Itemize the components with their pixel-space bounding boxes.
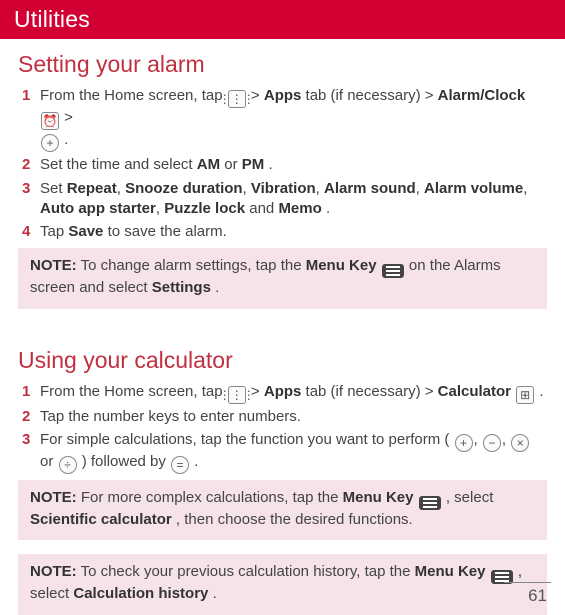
- alarm-note: NOTE: To change alarm settings, tap the …: [18, 248, 547, 308]
- step-number: 3: [22, 430, 40, 450]
- plus-icon: +: [455, 434, 473, 452]
- add-alarm-icon: +: [41, 134, 59, 152]
- step-body: Tap the number keys to enter numbers.: [40, 407, 547, 427]
- menu-key-icon: [419, 496, 441, 510]
- calc-step-2: 2 Tap the number keys to enter numbers.: [22, 407, 547, 427]
- section-heading-alarm: Setting your alarm: [18, 49, 547, 80]
- alarm-step-3: 3 Set Repeat, Snooze duration, Vibration…: [22, 179, 547, 220]
- step-body: Tap Save to save the alarm.: [40, 222, 547, 242]
- calculator-icon: ⊞: [516, 386, 534, 404]
- equals-icon: =: [171, 456, 189, 474]
- apps-grid-icon: ⋮⋮⋮: [228, 90, 246, 108]
- alarm-step-2: 2 Set the time and select AM or PM .: [22, 155, 547, 175]
- step-number: 1: [22, 86, 40, 106]
- page-number: 61: [504, 582, 551, 608]
- multiply-icon: ×: [511, 434, 529, 452]
- page-content: Setting your alarm 1 From the Home scree…: [0, 39, 565, 615]
- alarm-step-1: 1 From the Home screen, tap ⋮⋮⋮ > Apps t…: [22, 86, 547, 152]
- divide-icon: ÷: [59, 456, 77, 474]
- alarm-clock-icon: ⏰: [41, 112, 59, 130]
- alarm-steps: 1 From the Home screen, tap ⋮⋮⋮ > Apps t…: [18, 86, 547, 242]
- step-number: 4: [22, 222, 40, 242]
- alarm-step-4: 4 Tap Save to save the alarm.: [22, 222, 547, 242]
- header-title: Utilities: [14, 6, 90, 32]
- calc-note-scientific: NOTE: For more complex calculations, tap…: [18, 480, 547, 540]
- step-body: From the Home screen, tap ⋮⋮⋮ > Apps tab…: [40, 382, 547, 404]
- calc-note-history: NOTE: To check your previous calculation…: [18, 554, 547, 614]
- page-header: Utilities: [0, 0, 565, 39]
- step-number: 2: [22, 407, 40, 427]
- menu-key-icon: [382, 264, 404, 278]
- step-body: Set the time and select AM or PM .: [40, 155, 547, 175]
- minus-icon: −: [483, 434, 501, 452]
- step-body: Set Repeat, Snooze duration, Vibration, …: [40, 179, 547, 220]
- step-number: 2: [22, 155, 40, 175]
- apps-grid-icon: ⋮⋮⋮: [228, 386, 246, 404]
- step-body: From the Home screen, tap ⋮⋮⋮ > Apps tab…: [40, 86, 547, 152]
- step-number: 3: [22, 179, 40, 199]
- calc-step-3: 3 For simple calculations, tap the funct…: [22, 430, 547, 474]
- step-body: For simple calculations, tap the functio…: [40, 430, 547, 474]
- step-number: 1: [22, 382, 40, 402]
- section-heading-calc: Using your calculator: [18, 345, 547, 376]
- calc-steps: 1 From the Home screen, tap ⋮⋮⋮ > Apps t…: [18, 382, 547, 475]
- calc-step-1: 1 From the Home screen, tap ⋮⋮⋮ > Apps t…: [22, 382, 547, 404]
